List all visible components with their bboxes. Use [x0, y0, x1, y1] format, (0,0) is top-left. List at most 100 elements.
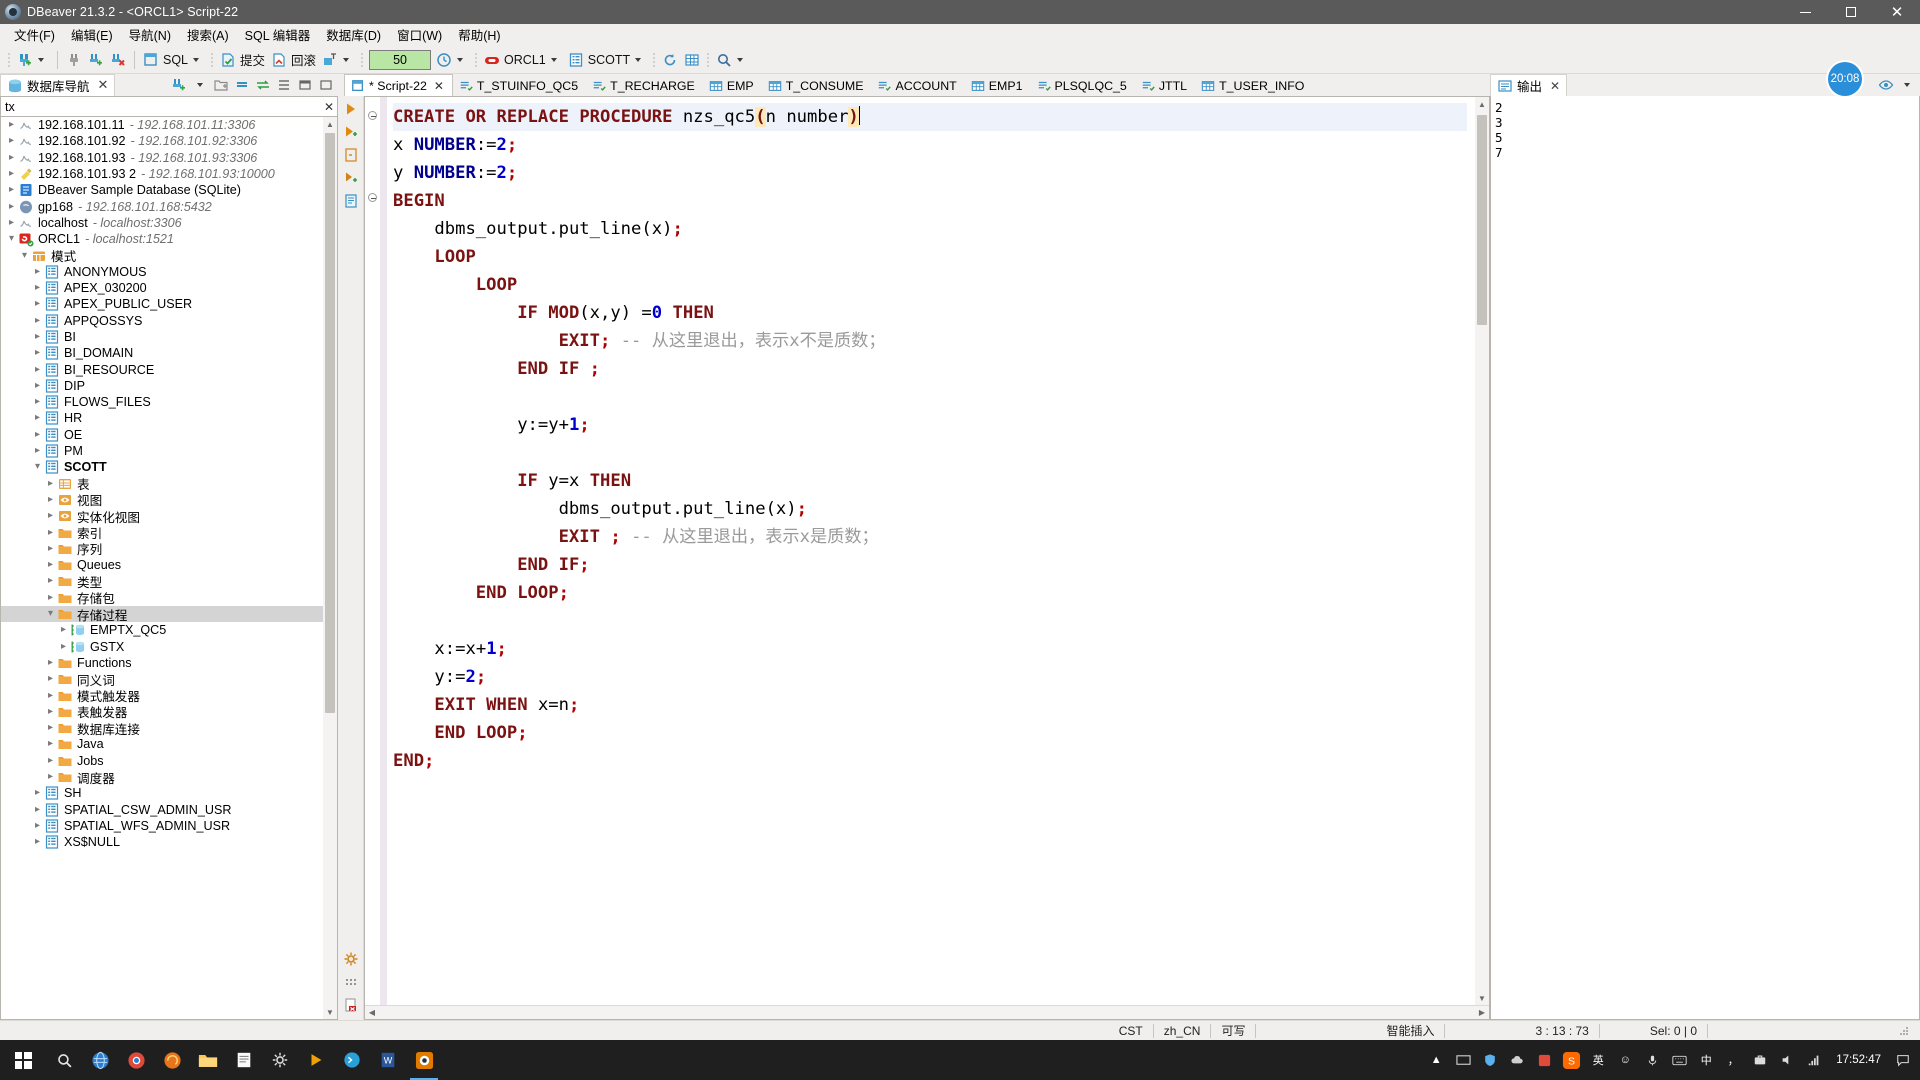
menu-window[interactable]: 窗口(W): [389, 23, 450, 46]
code-line[interactable]: y NUMBER:=2;: [393, 159, 1489, 187]
tree-item-dip[interactable]: ▸ DIP: [1, 378, 323, 394]
new-connection-small-button[interactable]: [169, 76, 188, 95]
connection-caret-icon[interactable]: [550, 57, 557, 62]
editor-tab-jttl[interactable]: JTTL: [1134, 74, 1196, 96]
taskbar-settings-icon[interactable]: [262, 1040, 298, 1080]
tree-item-sh[interactable]: ▸ SH: [1, 785, 323, 801]
fold-marker-begin[interactable]: [368, 193, 377, 202]
link-with-editor-button[interactable]: [253, 76, 272, 95]
taskbar-clock[interactable]: 17:52:47: [1830, 1054, 1887, 1067]
start-button[interactable]: [0, 1040, 46, 1080]
editor-tab-orcl1script22[interactable]: * Script-22 ✕: [344, 74, 453, 96]
twisty-collapsed-icon[interactable]: ▸: [44, 736, 57, 752]
taskbar-dbeaver-icon[interactable]: [406, 1040, 442, 1080]
editor-tab-plsqlqc_5[interactable]: PLSQLQC_5: [1030, 74, 1135, 96]
code-line[interactable]: dbms_output.put_line(x);: [393, 495, 1489, 523]
twisty-collapsed-icon[interactable]: ▸: [31, 362, 44, 378]
taskbar-explorer-icon[interactable]: [190, 1040, 226, 1080]
twisty-collapsed-icon[interactable]: ▸: [44, 655, 57, 671]
twisty-collapsed-icon[interactable]: ▸: [31, 345, 44, 361]
twisty-collapsed-icon[interactable]: ▸: [44, 476, 57, 492]
twisty-collapsed-icon[interactable]: ▸: [44, 557, 57, 573]
code-line[interactable]: END IF;: [393, 551, 1489, 579]
twisty-collapsed-icon[interactable]: ▸: [31, 378, 44, 394]
execute-new-tab-button[interactable]: [342, 169, 360, 187]
twisty-collapsed-icon[interactable]: ▸: [44, 525, 57, 541]
editor-tab-close-icon[interactable]: ✕: [434, 79, 444, 93]
tree-item-apex_public_user[interactable]: ▸ APEX_PUBLIC_USER: [1, 296, 323, 312]
twisty-collapsed-icon[interactable]: ▸: [31, 394, 44, 410]
code-line[interactable]: x NUMBER:=2;: [393, 131, 1489, 159]
menu-search[interactable]: 搜索(A): [179, 23, 237, 46]
rollback-button[interactable]: 回滚: [268, 48, 319, 72]
tree-item-[interactable]: ▾ 模式: [1, 247, 323, 265]
status-resize-grip[interactable]: [1888, 1021, 1920, 1041]
code-line[interactable]: LOOP: [393, 243, 1489, 271]
twisty-collapsed-icon[interactable]: ▸: [44, 508, 57, 524]
ime-mode-indicator[interactable]: 中: [1695, 1040, 1717, 1080]
menu-help[interactable]: 帮助(H): [450, 23, 508, 46]
tree-item-[interactable]: ▸ 视图: [1, 492, 323, 509]
refresh-button[interactable]: [659, 48, 681, 72]
editor-tab-t_stuinfo_qc5[interactable]: T_STUINFO_QC5: [452, 74, 587, 96]
tree-item-19216810193[interactable]: ▸ 192.168.101.93 - 192.168.101.93:3306: [1, 150, 323, 166]
code-line[interactable]: IF y=x THEN: [393, 467, 1489, 495]
tray-app-icon[interactable]: [1533, 1040, 1555, 1080]
tree-item-bi[interactable]: ▸ BI: [1, 329, 323, 345]
tray-network-icon[interactable]: [1803, 1040, 1825, 1080]
taskbar-word-icon[interactable]: W: [370, 1040, 406, 1080]
tree-item-[interactable]: ▸ 表触发器: [1, 704, 323, 721]
notification-time-badge[interactable]: 20:08: [1828, 62, 1862, 96]
taskbar-search-icon[interactable]: [46, 1040, 82, 1080]
invalidate-reconnect-button[interactable]: [107, 48, 129, 72]
explain-plan-button[interactable]: [342, 192, 360, 210]
tree-item-apex_030200[interactable]: ▸ APEX_030200: [1, 280, 323, 296]
database-tree[interactable]: ▸ 192.168.101.11 - 192.168.101.11:3306 ▸ 192…: [0, 117, 338, 1020]
execute-statement-button[interactable]: [342, 100, 360, 118]
twisty-collapsed-icon[interactable]: ▸: [5, 133, 18, 149]
tree-item-gstx[interactable]: ▸ GSTX: [1, 639, 323, 655]
code-line[interactable]: END LOOP;: [393, 719, 1489, 747]
collapse-all-button[interactable]: [232, 76, 251, 95]
tree-item-pm[interactable]: ▸ PM: [1, 443, 323, 459]
tree-item-[interactable]: ▸ 调度器: [1, 769, 323, 786]
fetch-size-input[interactable]: 50: [369, 49, 432, 70]
twisty-collapsed-icon[interactable]: ▸: [44, 688, 57, 704]
connection-selector[interactable]: ORCL1: [481, 48, 565, 72]
disconnect-button[interactable]: [63, 48, 85, 72]
tray-cloud-icon[interactable]: [1506, 1040, 1528, 1080]
tab-output[interactable]: 输出 ✕: [1490, 74, 1568, 96]
twisty-collapsed-icon[interactable]: ▸: [31, 410, 44, 426]
twisty-collapsed-icon[interactable]: ▸: [44, 769, 57, 785]
twisty-collapsed-icon[interactable]: ▸: [44, 492, 57, 508]
sql-code-editor[interactable]: CREATE OR REPLACE PROCEDURE nzs_qc5(n nu…: [364, 96, 1490, 1020]
tree-scroll-down-icon[interactable]: ▼: [323, 1005, 337, 1019]
editor-settings-button[interactable]: [342, 950, 360, 968]
find-caret-icon[interactable]: [737, 57, 744, 62]
tree-item-bi_domain[interactable]: ▸ BI_DOMAIN: [1, 345, 323, 361]
twisty-collapsed-icon[interactable]: ▸: [31, 329, 44, 345]
code-scroll-right-icon[interactable]: ▶: [1475, 1008, 1489, 1017]
tree-item-functions[interactable]: ▸ Functions: [1, 655, 323, 671]
twisty-collapsed-icon[interactable]: ▸: [44, 590, 57, 606]
sogou-ime-icon[interactable]: S: [1560, 1040, 1582, 1080]
tree-item-[interactable]: ▸ 序列: [1, 541, 323, 558]
code-line[interactable]: END;: [393, 747, 1489, 775]
twisty-collapsed-icon[interactable]: ▸: [44, 573, 57, 589]
tree-item-[interactable]: ▸ 类型: [1, 573, 323, 590]
code-line[interactable]: dbms_output.put_line(x);: [393, 215, 1489, 243]
tree-item-scott[interactable]: ▾ SCOTT: [1, 459, 323, 475]
code-scroll-down-icon[interactable]: ▼: [1475, 991, 1489, 1005]
tree-item-gp168[interactable]: ▸ gp168 - 192.168.101.168:5432: [1, 198, 323, 214]
code-scroll-up-icon[interactable]: ▲: [1475, 97, 1489, 111]
tree-item-[interactable]: ▸ 模式触发器: [1, 687, 323, 705]
tree-item-spatial_csw_admin_usr[interactable]: ▸ SPATIAL_CSW_ADMIN_USR: [1, 801, 323, 817]
twisty-collapsed-icon[interactable]: ▸: [44, 753, 57, 769]
editor-tab-t_recharge[interactable]: T_RECHARGE: [586, 74, 703, 96]
schema-caret-icon[interactable]: [635, 57, 642, 62]
menu-navigate[interactable]: 导航(N): [121, 23, 179, 46]
transaction-mode-button[interactable]: [319, 48, 357, 72]
navigator-minimize-button[interactable]: [295, 76, 314, 95]
open-table-button[interactable]: [681, 48, 703, 72]
ime-punct-indicator[interactable]: ，: [1722, 1040, 1744, 1080]
